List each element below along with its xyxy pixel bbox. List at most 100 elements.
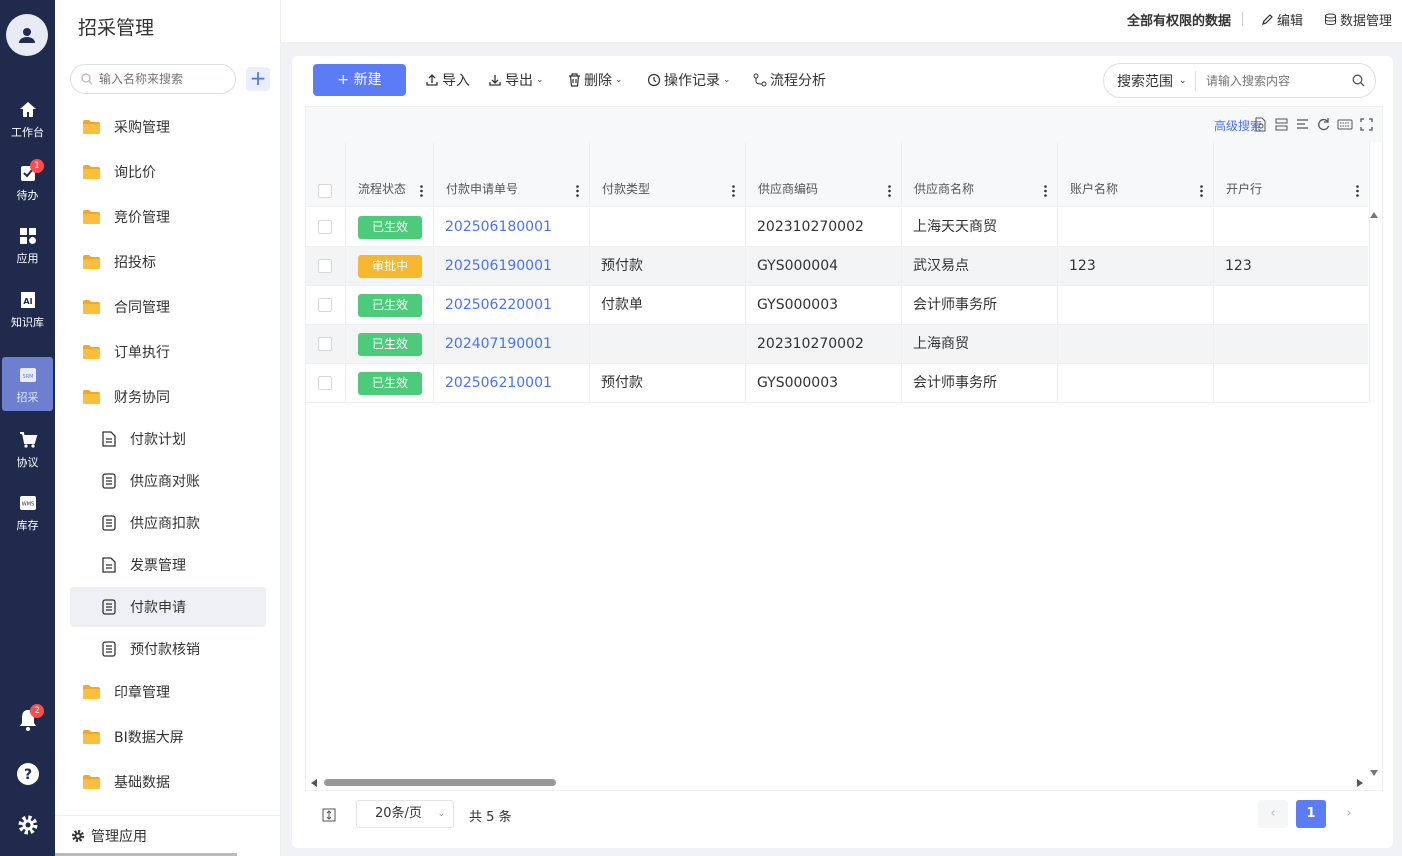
top-bar: 全部有权限的数据 编辑 数据管理 xyxy=(281,0,1402,42)
column-header[interactable]: 付款申请单号 xyxy=(434,142,590,207)
table-row[interactable]: 审批中 202506190001 预付款 GYS000004 武汉易点 123 123 xyxy=(306,247,1370,286)
row-height-icon[interactable] xyxy=(322,808,336,822)
table-row[interactable]: 已生效 202407190001 202310270002 上海商贸 xyxy=(306,325,1370,364)
notification-button[interactable]: 2 xyxy=(0,700,55,740)
manage-apps[interactable]: 管理应用 xyxy=(55,815,281,856)
rail-label: 知识库 xyxy=(11,316,44,329)
table-row[interactable]: 已生效 202506220001 付款单 GYS000003 会计师事务所 xyxy=(306,286,1370,325)
sidebar-subitem[interactable]: 供应商对账 xyxy=(70,461,266,501)
application-no-link[interactable]: 202506210001 xyxy=(445,375,552,391)
sidebar-menu-item[interactable]: 合同管理 xyxy=(70,287,266,327)
sidebar-search[interactable] xyxy=(70,64,236,94)
table-row[interactable]: 已生效 202506180001 202310270002 上海天天商贸 xyxy=(306,208,1370,247)
rail-item-knowledge[interactable]: AI 知识库 xyxy=(0,282,55,340)
flow-analysis-button[interactable]: 流程分析 xyxy=(753,70,826,90)
folder-icon xyxy=(83,775,100,789)
sidebar-menu-item[interactable]: 采购管理 xyxy=(70,107,266,147)
arrow-left-icon[interactable] xyxy=(310,778,318,788)
rail-item-inventory[interactable]: WMS 库存 xyxy=(0,485,55,543)
page-size-select[interactable]: 20条/页 ⌄ xyxy=(356,800,454,828)
cell-type: 付款单 xyxy=(590,286,746,325)
sidebar-subitem[interactable]: 预付款核销 xyxy=(70,629,266,669)
table-row[interactable]: 已生效 202506210001 预付款 GYS000003 会计师事务所 xyxy=(306,364,1370,403)
sidebar-search-input[interactable] xyxy=(99,72,229,86)
add-menu-button[interactable]: + xyxy=(246,67,270,91)
application-no-link[interactable]: 202506180001 xyxy=(445,219,552,235)
sidebar-menu-item[interactable]: 基础数据 xyxy=(70,762,266,802)
import-button[interactable]: 导入 xyxy=(425,70,470,90)
select-all-checkbox[interactable] xyxy=(318,184,332,198)
keyboard-icon[interactable] xyxy=(1337,117,1353,132)
column-menu-icon[interactable] xyxy=(888,185,891,197)
application-no-link[interactable]: 202506190001 xyxy=(445,258,552,274)
sidebar-menu-item[interactable]: 招投标 xyxy=(70,242,266,282)
permission-scope[interactable]: 全部有权限的数据 xyxy=(1127,10,1231,29)
column-header[interactable]: 付款类型 xyxy=(590,142,746,207)
rail-item-agreement[interactable]: 协议 xyxy=(0,422,55,480)
new-button[interactable]: + 新建 xyxy=(313,64,406,96)
scroll-thumb[interactable] xyxy=(324,779,556,786)
rail-item-todo[interactable]: 待办 1 xyxy=(0,155,55,213)
sidebar-menu-item[interactable]: 竞价管理 xyxy=(70,197,266,237)
column-header[interactable]: 账户名称 xyxy=(1058,142,1214,207)
row-checkbox[interactable] xyxy=(318,259,332,273)
refresh-icon[interactable] xyxy=(1316,117,1331,132)
arrow-up-icon[interactable] xyxy=(1369,211,1379,219)
column-menu-icon[interactable] xyxy=(1200,185,1203,197)
operation-log-button[interactable]: 操作记录 ⌄ xyxy=(647,70,731,90)
sidebar-menu-item[interactable]: 订单执行 xyxy=(70,332,266,372)
row-checkbox[interactable] xyxy=(318,337,332,351)
column-header-label: 付款申请单号 xyxy=(446,182,519,196)
document-icon xyxy=(102,557,116,573)
prev-page-button[interactable]: ‹ xyxy=(1258,800,1288,828)
column-header[interactable]: 开户行 xyxy=(1214,142,1370,207)
column-menu-icon[interactable] xyxy=(732,185,735,197)
status-badge: 已生效 xyxy=(358,293,422,317)
menu-item-label: 订单执行 xyxy=(114,345,170,361)
column-menu-icon[interactable] xyxy=(576,185,579,197)
sidebar-menu-item[interactable]: 财务协同 xyxy=(70,377,266,417)
database-icon xyxy=(1324,13,1336,25)
data-manage-button[interactable]: 数据管理 xyxy=(1324,10,1392,29)
edit-button[interactable]: 编辑 xyxy=(1261,10,1303,29)
fullscreen-icon[interactable] xyxy=(1359,117,1374,132)
row-checkbox[interactable] xyxy=(318,298,332,312)
column-header[interactable]: 供应商编码 xyxy=(746,142,902,207)
application-no-link[interactable]: 202506220001 xyxy=(445,297,552,313)
rail-item-procurement[interactable]: SRM 招采 xyxy=(2,357,53,411)
column-settings-icon[interactable] xyxy=(1274,117,1289,132)
arrow-down-icon[interactable] xyxy=(1369,769,1379,777)
next-page-button[interactable]: › xyxy=(1334,800,1364,828)
column-header[interactable]: 流程状态 xyxy=(346,142,434,207)
column-menu-icon[interactable] xyxy=(1356,185,1359,197)
search-icon[interactable] xyxy=(1352,74,1365,87)
sidebar-menu-item[interactable]: BI数据大屏 xyxy=(70,717,266,757)
delete-button[interactable]: 删除 ⌄ xyxy=(568,70,623,90)
sidebar-menu-item[interactable]: 印章管理 xyxy=(70,672,266,712)
row-checkbox[interactable] xyxy=(318,376,332,390)
search-input[interactable] xyxy=(1206,73,1346,88)
application-no-link[interactable]: 202407190001 xyxy=(445,336,552,352)
rail-item-workbench[interactable]: 工作台 xyxy=(0,92,55,150)
sidebar-subitem[interactable]: 发票管理 xyxy=(70,545,266,585)
column-header[interactable]: 供应商名称 xyxy=(902,142,1058,207)
horizontal-scrollbar[interactable] xyxy=(306,776,1368,788)
page-button-1[interactable]: 1 xyxy=(1296,800,1326,828)
column-menu-icon[interactable] xyxy=(1044,185,1047,197)
help-button[interactable]: ? xyxy=(0,754,55,794)
rail-item-apps[interactable]: 应用 xyxy=(0,218,55,276)
column-menu-icon[interactable] xyxy=(420,185,423,197)
file-search-icon[interactable] xyxy=(1253,117,1268,132)
filter-list-icon[interactable] xyxy=(1295,117,1310,132)
arrow-right-icon[interactable] xyxy=(1356,778,1364,788)
export-button[interactable]: 导出 ⌄ xyxy=(488,70,544,90)
sidebar-subitem[interactable]: 付款计划 xyxy=(70,419,266,459)
row-checkbox[interactable] xyxy=(318,220,332,234)
settings-button[interactable] xyxy=(0,805,55,845)
search-scope-select[interactable]: 搜索范围 ⌄ xyxy=(1104,70,1196,91)
vertical-scrollbar[interactable] xyxy=(1368,207,1380,777)
sidebar-menu-item[interactable]: 询比价 xyxy=(70,152,266,192)
sidebar-subitem[interactable]: 付款申请 xyxy=(70,587,266,627)
avatar[interactable] xyxy=(6,14,48,56)
sidebar-subitem[interactable]: 供应商扣款 xyxy=(70,503,266,543)
